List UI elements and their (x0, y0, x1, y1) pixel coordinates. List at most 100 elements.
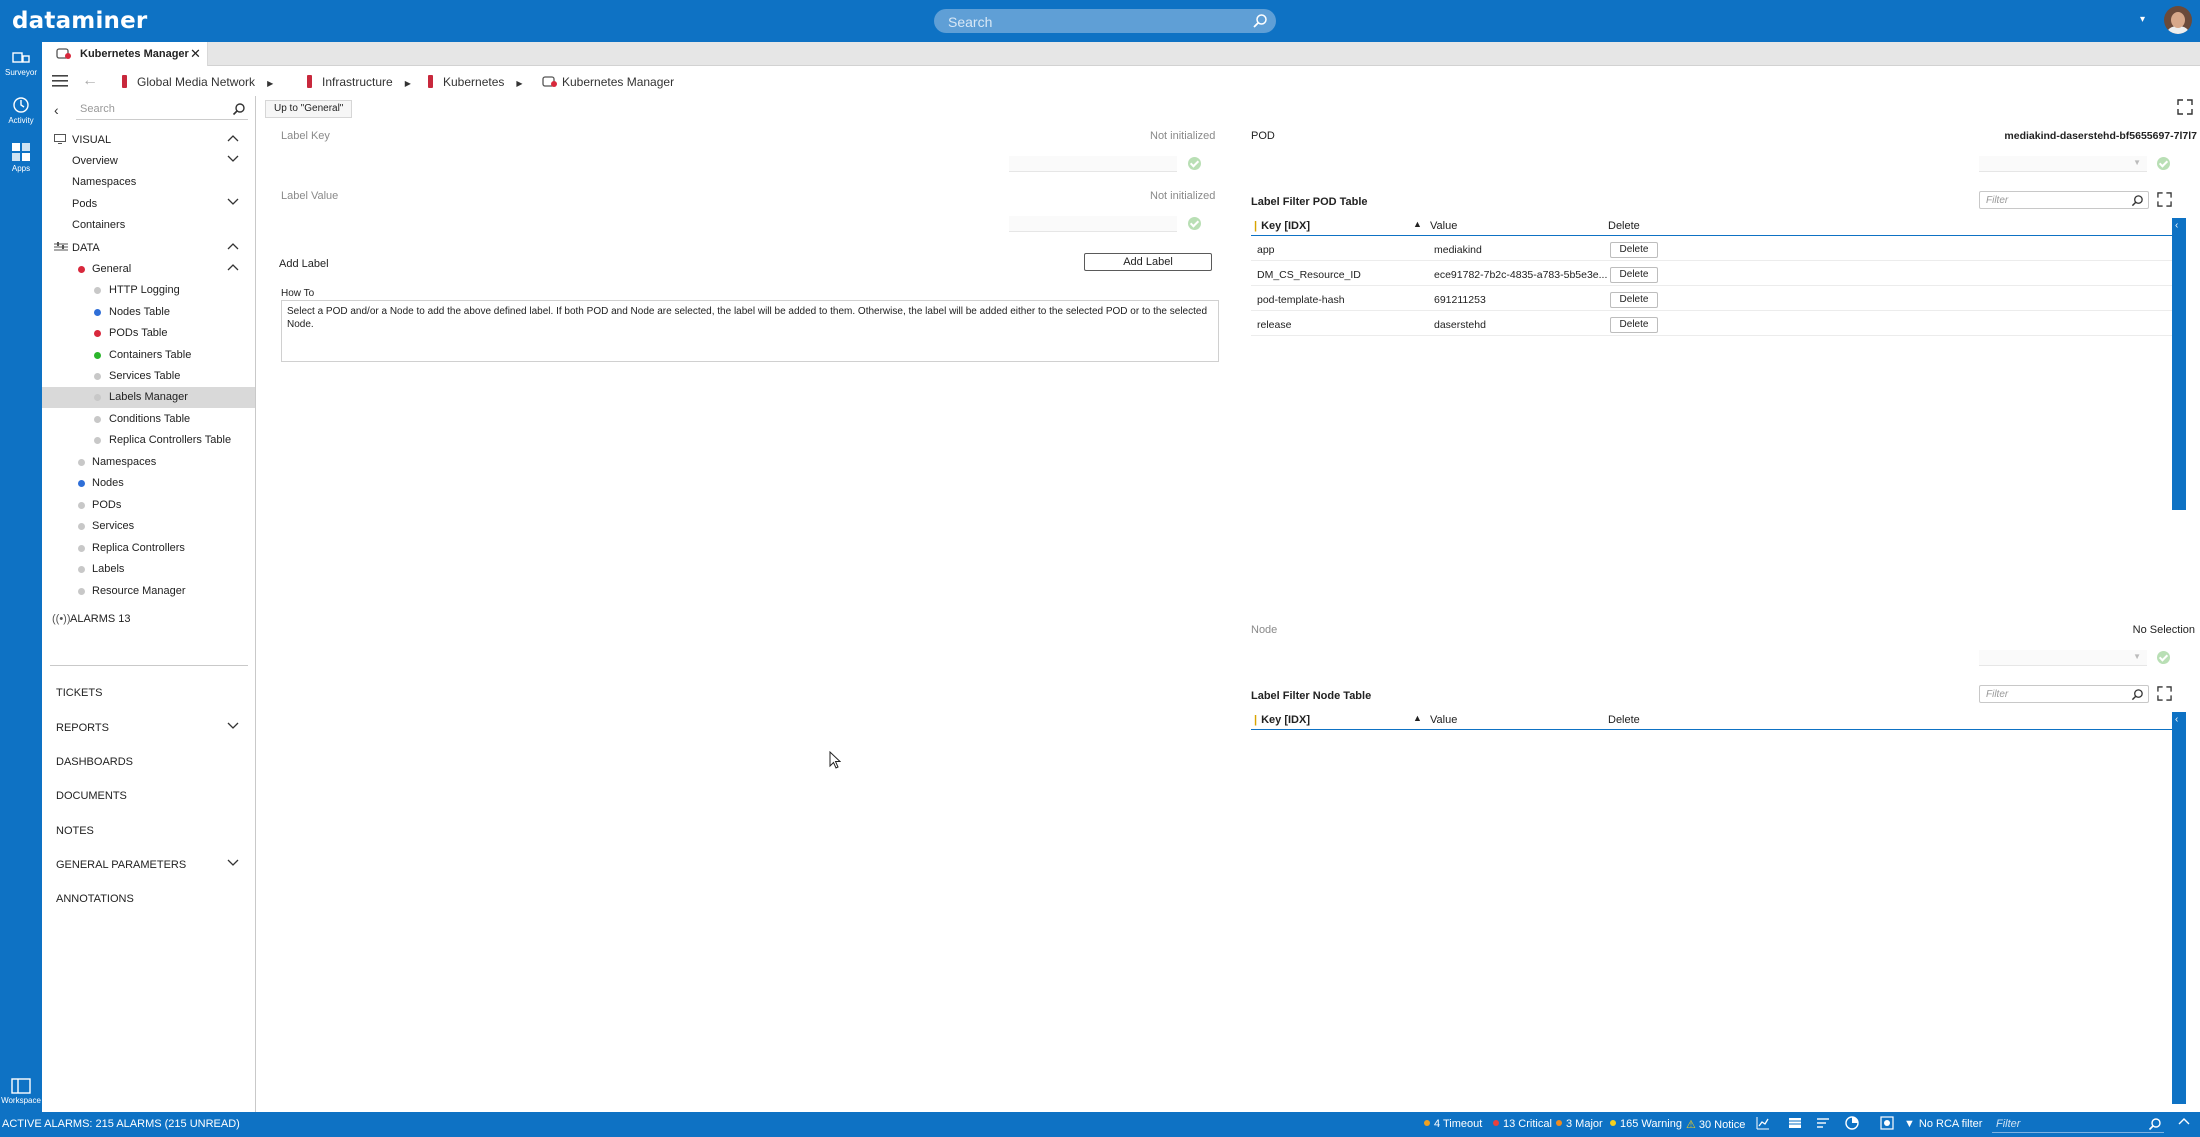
column-header-delete[interactable]: Delete (1608, 714, 1640, 726)
confirm-check-icon[interactable] (2157, 651, 2170, 664)
chevron-up-icon[interactable] (227, 241, 239, 253)
node-table-fullscreen-icon[interactable] (2157, 686, 2172, 704)
node-table-filter-input[interactable]: Filter (1979, 685, 2149, 703)
nav-item-namespaces[interactable]: Namespaces (42, 172, 255, 193)
major-counter[interactable]: 3 Major (1556, 1118, 1603, 1130)
nav-item-nodes[interactable]: Nodes (42, 473, 255, 494)
column-header-value[interactable]: Value (1430, 714, 1457, 726)
up-to-general-button[interactable]: Up to "General" (265, 100, 353, 118)
add-label-button[interactable]: Add Label (1084, 253, 1212, 271)
search-icon[interactable] (2131, 194, 2144, 210)
focus-icon[interactable] (1880, 1116, 1894, 1133)
nav-item-conditions-table[interactable]: Conditions Table (42, 409, 255, 430)
breadcrumb-item-kubernetes[interactable]: Kubernetes ▶ (428, 75, 523, 89)
node-dropdown[interactable]: ▼ (1979, 650, 2147, 666)
active-alarms-summary[interactable]: ACTIVE ALARMS: 215 ALARMS (215 UNREAD) (2, 1118, 240, 1130)
nav-section-notes[interactable]: NOTES (42, 821, 255, 842)
label-value-input[interactable] (1009, 216, 1177, 232)
chevron-up-icon[interactable] (227, 262, 239, 274)
nav-section-documents[interactable]: DOCUMENTS (42, 786, 255, 807)
node-table-side-panel-toggle[interactable]: ‹ (2172, 712, 2186, 1104)
nav-section-alarms[interactable]: ((•)) ALARMS 13 (42, 609, 255, 630)
hamburger-menu-icon[interactable] (52, 75, 68, 90)
critical-counter[interactable]: 13 Critical (1493, 1118, 1552, 1130)
delete-button[interactable]: Delete (1610, 292, 1658, 308)
rail-apps[interactable]: Apps (0, 142, 42, 173)
warning-counter[interactable]: 165 Warning (1610, 1118, 1682, 1130)
rail-workspace[interactable]: Workspace (0, 1078, 42, 1105)
search-icon[interactable] (232, 102, 246, 119)
column-header-value[interactable]: Value (1430, 220, 1457, 232)
nav-back-icon[interactable]: ‹ (54, 102, 59, 118)
chevron-down-icon[interactable] (227, 858, 239, 870)
column-header-key[interactable]: | Key [IDX] (1254, 220, 1310, 232)
delete-button[interactable]: Delete (1610, 242, 1658, 258)
search-icon[interactable] (2131, 688, 2144, 704)
delete-button[interactable]: Delete (1610, 317, 1658, 333)
column-header-key[interactable]: | Key [IDX] (1254, 714, 1310, 726)
chevron-up-icon[interactable] (227, 133, 239, 145)
confirm-check-icon[interactable] (1188, 217, 1201, 230)
dataminer-logo[interactable]: dataminer (12, 8, 147, 34)
chevron-down-icon[interactable] (227, 197, 239, 209)
timeout-counter[interactable]: 4 Timeout (1424, 1118, 1482, 1130)
nav-item-replica-controllers[interactable]: Replica Controllers (42, 538, 255, 559)
rail-surveyor[interactable]: Surveyor (0, 50, 42, 77)
user-menu-caret[interactable]: ▾ (2140, 14, 2145, 25)
search-icon[interactable] (2148, 1117, 2162, 1134)
nav-item-pods-data[interactable]: PODs (42, 495, 255, 516)
fullscreen-icon[interactable] (2177, 99, 2193, 118)
back-arrow-icon[interactable]: ← (82, 72, 98, 90)
nav-item-overview[interactable]: Overview (42, 151, 255, 172)
nav-search-input[interactable]: Search (76, 100, 248, 120)
nav-item-pods[interactable]: Pods (42, 194, 255, 215)
confirm-check-icon[interactable] (2157, 157, 2170, 170)
label-key-input[interactable] (1009, 156, 1177, 172)
user-avatar[interactable] (2164, 6, 2192, 34)
rail-activity[interactable]: Activity (0, 96, 42, 125)
list-view-icon[interactable] (1788, 1116, 1802, 1133)
nav-section-tickets[interactable]: TICKETS (42, 683, 255, 704)
nav-item-labels[interactable]: Labels (42, 559, 255, 580)
nav-section-reports[interactable]: REPORTS (42, 718, 255, 739)
status-filter-input[interactable]: Filter (1992, 1117, 2164, 1133)
column-header-delete[interactable]: Delete (1608, 220, 1640, 232)
pod-dropdown[interactable]: ▼ (1979, 156, 2147, 172)
nav-item-namespaces-data[interactable]: Namespaces (42, 452, 255, 473)
tab-kubernetes-manager[interactable]: Kubernetes Manager ✕ (42, 42, 208, 66)
nav-section-visual[interactable]: VISUAL (42, 130, 255, 151)
pod-table-fullscreen-icon[interactable] (2157, 192, 2172, 210)
nav-item-services-table[interactable]: Services Table (42, 366, 255, 387)
pod-table-filter-input[interactable]: Filter (1979, 191, 2149, 209)
breadcrumb-item-global-media-network[interactable]: Global Media Network ▶ (122, 75, 273, 89)
confirm-check-icon[interactable] (1188, 157, 1201, 170)
pod-table-side-panel-toggle[interactable]: ‹ (2172, 218, 2186, 510)
sort-ascending-icon[interactable]: ▲ (1413, 219, 1422, 229)
close-tab-icon[interactable]: ✕ (190, 46, 201, 62)
notice-counter[interactable]: ⚠ 30 Notice (1686, 1118, 1745, 1131)
rca-filter[interactable]: ▼ No RCA filter (1904, 1118, 1982, 1130)
chevron-down-icon[interactable] (227, 154, 239, 166)
nav-item-nodes-table[interactable]: Nodes Table (42, 302, 255, 323)
trend-icon[interactable] (1756, 1116, 1770, 1133)
pie-chart-icon[interactable] (1845, 1116, 1859, 1133)
sort-icon[interactable] (1816, 1116, 1830, 1133)
nav-section-data[interactable]: DATA (42, 238, 255, 259)
breadcrumb-item-infrastructure[interactable]: Infrastructure ▶ (307, 75, 411, 89)
breadcrumb-item-kubernetes-manager[interactable]: Kubernetes Manager (542, 75, 674, 89)
delete-button[interactable]: Delete (1610, 267, 1658, 283)
nav-item-replica-controllers-table[interactable]: Replica Controllers Table (42, 430, 255, 451)
nav-item-containers[interactable]: Containers (42, 215, 255, 236)
nav-section-general-parameters[interactable]: GENERAL PARAMETERS (42, 855, 255, 876)
nav-item-containers-table[interactable]: Containers Table (42, 345, 255, 366)
nav-item-general[interactable]: General (42, 259, 255, 280)
chevron-up-icon[interactable] (2178, 1116, 2190, 1129)
nav-item-services[interactable]: Services (42, 516, 255, 537)
search-icon[interactable] (1252, 13, 1268, 32)
nav-item-labels-manager[interactable]: Labels Manager (42, 387, 255, 408)
chevron-down-icon[interactable] (227, 721, 239, 733)
nav-item-http-logging[interactable]: HTTP Logging (42, 280, 255, 301)
sort-ascending-icon[interactable]: ▲ (1413, 713, 1422, 723)
nav-section-annotations[interactable]: ANNOTATIONS (42, 889, 255, 910)
global-search-input[interactable]: Search (934, 9, 1276, 33)
